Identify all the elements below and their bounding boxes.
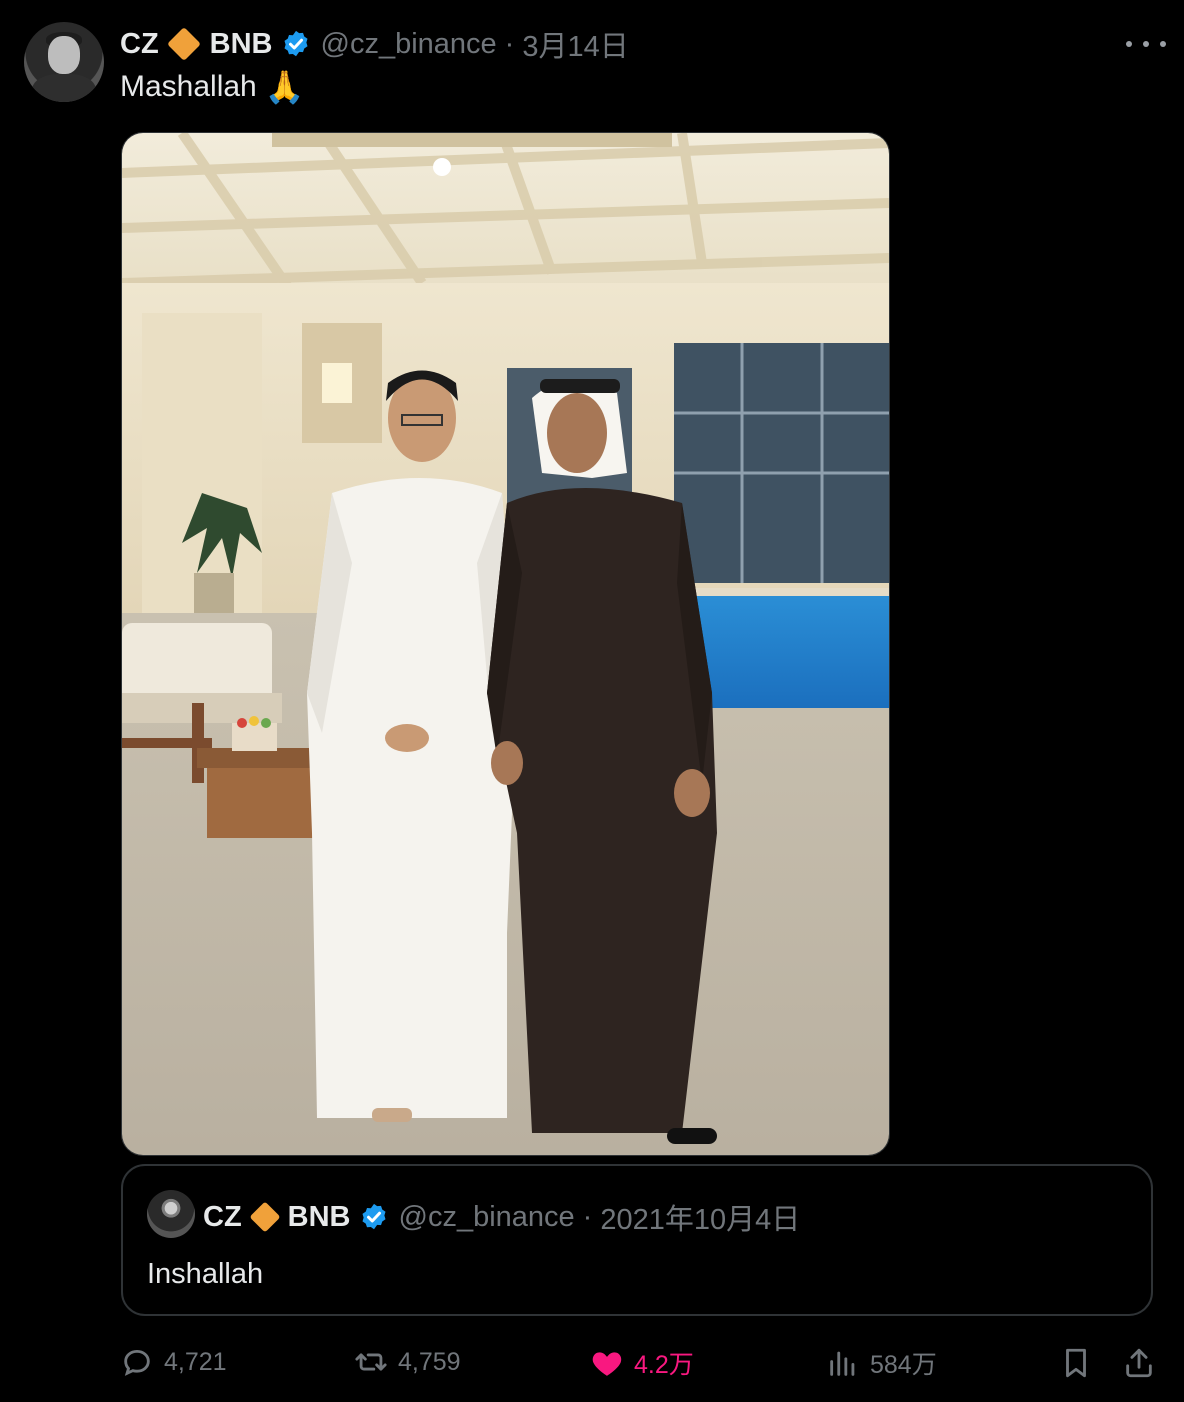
- tweet-text-content: Mashallah: [120, 70, 257, 103]
- quoted-separator: ·: [582, 1200, 593, 1233]
- header-separator: ·: [504, 27, 515, 60]
- more-dot: [1143, 41, 1149, 47]
- bookmark-icon[interactable]: [1059, 1346, 1093, 1380]
- verified-badge-icon: [362, 1203, 386, 1230]
- more-dot: [1126, 41, 1132, 47]
- quoted-author-avatar[interactable]: [147, 1190, 195, 1238]
- reply-button[interactable]: 4,721: [120, 1345, 227, 1379]
- retweet-icon: [355, 1353, 387, 1371]
- quoted-tweet-text: Inshallah: [147, 1258, 264, 1290]
- more-dot: [1160, 41, 1166, 47]
- more-icon[interactable]: [1126, 30, 1166, 58]
- quoted-author-suffix: BNB: [287, 1200, 351, 1233]
- like-button[interactable]: 4.2万: [590, 1345, 694, 1381]
- retweet-count: 4,759: [398, 1347, 461, 1376]
- author-name[interactable]: CZ: [120, 28, 159, 61]
- photo-illustration: [122, 133, 889, 1155]
- author-avatar[interactable]: [24, 22, 104, 102]
- quoted-tweet[interactable]: CZ BNB @cz_binance · 2021年10月4日 Inshalla…: [121, 1164, 1153, 1316]
- like-icon: [592, 1352, 622, 1376]
- action-bar: 4,721 4,759 4.2万 584万: [0, 1340, 1184, 1390]
- author-handle[interactable]: @cz_binance: [321, 28, 497, 61]
- bnb-diamond-icon: [249, 1201, 281, 1233]
- tweet-text: Mashallah 🙏: [120, 68, 305, 106]
- views-count: 584万: [870, 1351, 937, 1379]
- quoted-author-handle: @cz_binance: [398, 1200, 575, 1233]
- avatar-body: [32, 74, 96, 102]
- tweet-date[interactable]: 3月14日: [522, 23, 628, 65]
- reply-count: 4,721: [164, 1347, 227, 1376]
- tweet-photo[interactable]: [121, 132, 890, 1156]
- share-icon[interactable]: [1122, 1346, 1156, 1380]
- reply-icon: [124, 1349, 150, 1376]
- author-suffix[interactable]: BNB: [210, 28, 273, 61]
- views-icon: [830, 1351, 855, 1376]
- views-button[interactable]: 584万: [826, 1345, 937, 1381]
- retweet-button[interactable]: 4,759: [354, 1345, 461, 1379]
- quoted-tweet-date: 2021年10月4日: [600, 1204, 801, 1236]
- verified-badge-icon: [284, 30, 308, 57]
- like-count: 4.2万: [634, 1351, 694, 1379]
- avatar-face: [48, 36, 80, 74]
- pray-emoji: 🙏: [264, 69, 305, 105]
- quoted-author-name: CZ: [203, 1200, 242, 1233]
- tweet-header: CZ BNB @cz_binance · 3月14日: [120, 23, 629, 65]
- bnb-diamond-icon: [166, 27, 201, 61]
- quoted-tweet-header: CZ BNB @cz_binance · 2021年10月4日: [203, 1196, 800, 1238]
